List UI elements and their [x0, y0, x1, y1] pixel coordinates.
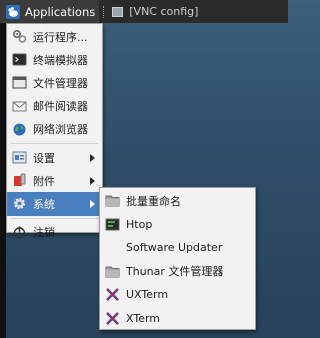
- menu-item-label: 运行程序...: [33, 30, 88, 44]
- menu-item-file-manager[interactable]: 文件管理器: [7, 71, 102, 94]
- menu-item-label: 终端模拟器: [33, 53, 88, 67]
- terminal-icon: [12, 52, 27, 67]
- system-gear-icon: [12, 196, 27, 211]
- menu-item-label: 邮件阅读器: [33, 100, 88, 114]
- menu-item-label: 系统: [33, 197, 55, 211]
- submenu-item-xterm[interactable]: XTerm: [100, 307, 255, 331]
- menu-item-run-program[interactable]: 运行程序...: [7, 25, 102, 48]
- menu-item-system[interactable]: 系统: [7, 192, 102, 216]
- applications-menu-button[interactable]: Applications: [0, 0, 100, 23]
- menu-item-terminal[interactable]: 终端模拟器: [7, 48, 102, 71]
- globe-icon: [12, 122, 27, 137]
- submenu-arrow-icon: [90, 199, 95, 208]
- menu-item-settings[interactable]: 设置: [7, 146, 102, 169]
- xfce-mouse-logo-icon: [6, 4, 20, 19]
- submenu-item-label: Software Updater: [126, 241, 223, 255]
- accessories-icon: [12, 173, 27, 188]
- logout-icon: [12, 225, 27, 240]
- menu-item-accessories[interactable]: 附件: [7, 169, 102, 192]
- submenu-item-uxterm[interactable]: UXTerm: [100, 283, 255, 307]
- menu-separator: [11, 217, 98, 219]
- taskbar-window-button[interactable]: [VNC config]: [112, 5, 198, 18]
- folder-icon: [105, 193, 120, 208]
- menu-item-label: 文件管理器: [33, 76, 88, 90]
- top-panel: Applications [VNC config]: [0, 0, 288, 23]
- submenu-item-label: 批量重命名: [126, 194, 181, 208]
- menu-separator: [11, 142, 98, 144]
- menu-item-label: 注销: [33, 226, 55, 240]
- submenu-item-bulk-rename[interactable]: 批量重命名: [100, 189, 255, 213]
- run-icon: [12, 29, 27, 44]
- menu-item-label: 设置: [33, 151, 55, 165]
- submenu-item-label: UXTerm: [126, 288, 169, 302]
- taskbar-window-title: [VNC config]: [129, 5, 199, 18]
- submenu-item-label: Htop: [126, 217, 153, 231]
- applications-label: Applications: [25, 4, 96, 19]
- settings-icon: [12, 150, 27, 165]
- menu-item-web-browser[interactable]: 网络浏览器: [7, 118, 102, 141]
- submenu-item-label: Thunar 文件管理器: [126, 265, 224, 279]
- mail-icon: [12, 99, 27, 114]
- panel-separator: [103, 5, 106, 18]
- submenu-arrow-icon: [90, 176, 95, 185]
- applications-menu: 运行程序... 终端模拟器 文件管理器 邮件阅读器 网络浏览器 设置 附件 系统…: [6, 23, 103, 239]
- menu-item-label: 网络浏览器: [33, 123, 88, 137]
- menu-item-label: 附件: [33, 174, 55, 188]
- submenu-arrow-icon: [90, 153, 95, 162]
- htop-icon: [105, 217, 120, 232]
- window-icon: [112, 6, 124, 17]
- xterm-icon: [105, 287, 120, 302]
- file-manager-icon: [12, 75, 27, 90]
- submenu-item-htop[interactable]: Htop: [100, 213, 255, 237]
- menu-item-mail-reader[interactable]: 邮件阅读器: [7, 95, 102, 118]
- folder-icon: [105, 264, 120, 279]
- submenu-item-software-updater[interactable]: Software Updater: [100, 236, 255, 260]
- system-submenu: 批量重命名 Htop Software Updater Thunar 文件管理器…: [99, 187, 256, 330]
- menu-item-logout[interactable]: 注销: [7, 221, 102, 244]
- submenu-item-thunar[interactable]: Thunar 文件管理器: [100, 260, 255, 284]
- xterm-icon: [105, 311, 120, 326]
- submenu-item-label: XTerm: [126, 311, 161, 325]
